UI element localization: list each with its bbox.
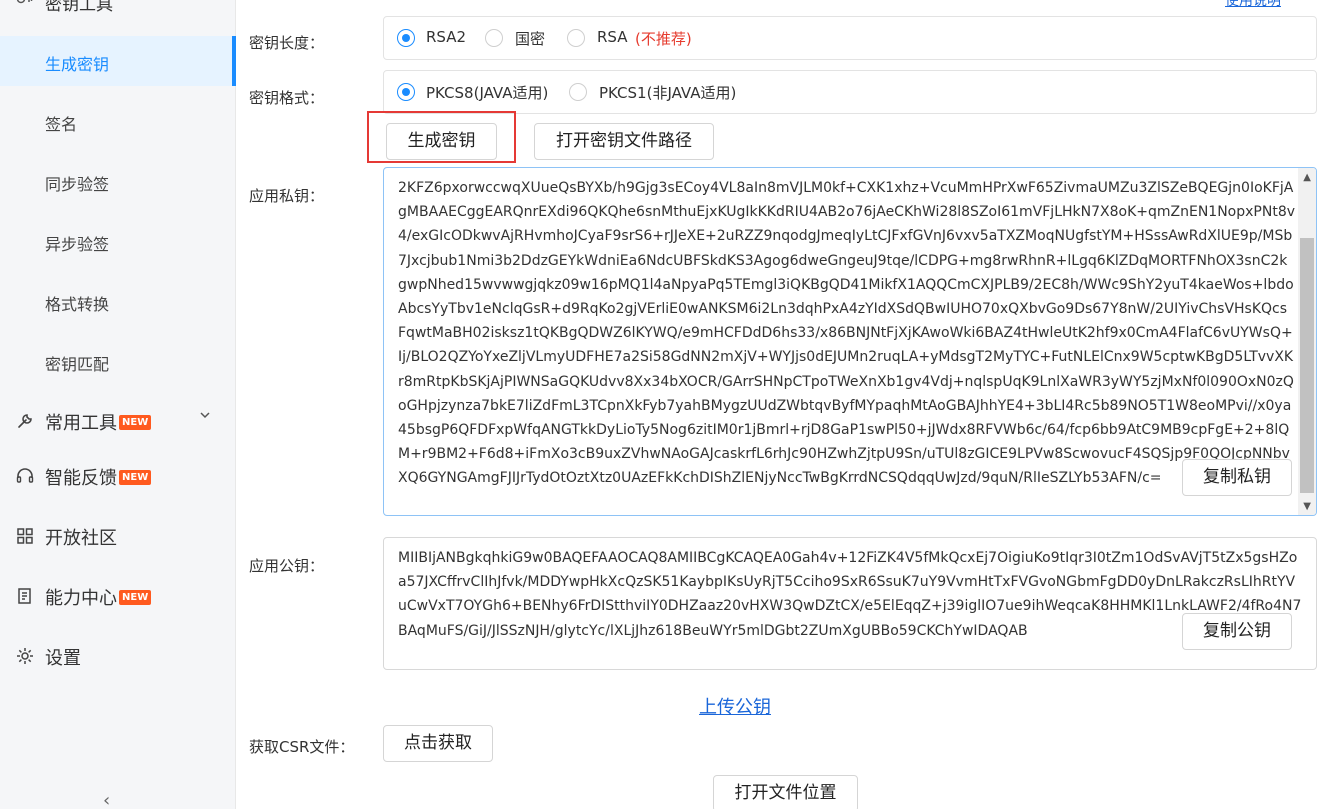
scroll-down-icon[interactable]: ▼ xyxy=(1303,501,1311,512)
collapse-sidebar-icon[interactable]: ‹ xyxy=(103,790,110,809)
new-badge: NEW xyxy=(119,415,152,430)
sidebar-item-settings[interactable]: 设置 xyxy=(0,636,236,676)
public-key-label: 应用公钥： xyxy=(249,557,325,575)
sidebar-item-label: 异步验签 xyxy=(45,235,110,254)
sidebar-item-label: 常用工具 xyxy=(45,413,117,434)
chevron-up-icon xyxy=(199,0,211,4)
key-length-options: RSA2 国密 RSA (不推荐) xyxy=(383,16,1317,60)
sidebar-item-label: 格式转换 xyxy=(45,295,110,314)
public-key-textarea[interactable]: MIIBIjANBgkqhkiG9w0BAQEFAAOCAQ8AMIIBCgKC… xyxy=(383,537,1317,670)
open-key-path-button[interactable]: 打开密钥文件路径 xyxy=(534,123,714,160)
sidebar-item-capability-center[interactable]: 能力中心 NEW xyxy=(0,576,236,616)
chevron-down-icon xyxy=(199,409,211,425)
sidebar-item-async-verify[interactable]: 异步验签 xyxy=(0,216,236,266)
sidebar-group-label: 密钥工具 xyxy=(45,0,113,15)
copy-private-key-button[interactable]: 复制私钥 xyxy=(1182,459,1292,496)
key-length-label: 密钥长度： xyxy=(249,34,325,52)
radio-label: PKCS1(非JAVA适用) xyxy=(599,84,737,102)
sidebar-item-sync-verify[interactable]: 同步验签 xyxy=(0,156,236,206)
highlight-annotation xyxy=(367,111,516,163)
gear-icon xyxy=(15,646,35,666)
private-key-scrollbar[interactable]: ▲ ▼ xyxy=(1298,168,1316,515)
main-panel: 使用说明 密钥长度： RSA2 国密 RSA (不推荐) 密钥格式： PKCS8… xyxy=(237,0,1317,809)
sidebar-item-label: 生成密钥 xyxy=(45,55,110,74)
sidebar-group-key-tools[interactable]: 密钥工具 xyxy=(0,0,236,16)
active-indicator xyxy=(232,36,236,86)
help-link[interactable]: 使用说明 xyxy=(1225,0,1281,10)
upload-public-key-link[interactable]: 上传公钥 xyxy=(699,693,771,719)
sidebar-item-label: 签名 xyxy=(45,115,78,134)
radio-label: PKCS8(JAVA适用) xyxy=(426,84,549,102)
sidebar-item-label: 同步验签 xyxy=(45,175,110,194)
sidebar-item-feedback[interactable]: 智能反馈 NEW xyxy=(0,456,236,496)
radio-rsa2[interactable] xyxy=(397,29,415,47)
sidebar: 密钥工具 生成密钥 签名 同步验签 异步验签 格式转换 密钥匹配 常用工具 NE… xyxy=(0,0,236,809)
not-recommended-note: (不推荐) xyxy=(635,30,692,48)
key-icon xyxy=(16,0,34,8)
new-badge: NEW xyxy=(119,470,152,485)
private-key-text: 2KFZ6pxorwccwqXUueQsBYXb/h9Gjg3sECoy4VL8… xyxy=(398,180,1296,487)
csr-label: 获取CSR文件： xyxy=(249,738,355,756)
key-format-label: 密钥格式： xyxy=(249,89,325,107)
private-key-label: 应用私钥： xyxy=(249,187,325,205)
sidebar-item-generate-key[interactable]: 生成密钥 xyxy=(0,36,236,86)
radio-pkcs1[interactable] xyxy=(569,83,587,101)
radio-label: 国密 xyxy=(515,30,546,48)
sidebar-item-key-match[interactable]: 密钥匹配 xyxy=(0,336,236,386)
scroll-up-icon[interactable]: ▲ xyxy=(1303,172,1311,183)
sidebar-item-community[interactable]: 开放社区 xyxy=(0,516,236,556)
headset-icon xyxy=(15,466,35,486)
public-key-text: MIIBIjANBgkqhkiG9w0BAQEFAAOCAQ8AMIIBCgKC… xyxy=(398,550,1302,639)
sidebar-item-sign[interactable]: 签名 xyxy=(0,96,236,146)
grid-icon xyxy=(15,526,35,546)
radio-label: RSA2 xyxy=(426,28,467,46)
private-key-textarea[interactable]: 2KFZ6pxorwccwqXUueQsBYXb/h9Gjg3sECoy4VL8… xyxy=(383,167,1317,516)
new-badge: NEW xyxy=(119,590,152,605)
open-file-location-button[interactable]: 打开文件位置 xyxy=(713,775,858,809)
radio-sm2[interactable] xyxy=(485,29,503,47)
sidebar-item-format-convert[interactable]: 格式转换 xyxy=(0,276,236,326)
scroll-thumb[interactable] xyxy=(1300,238,1314,493)
radio-pkcs8[interactable] xyxy=(397,83,415,101)
radio-label: RSA xyxy=(597,28,628,46)
radio-rsa[interactable] xyxy=(567,29,585,47)
get-csr-button[interactable]: 点击获取 xyxy=(383,725,493,762)
sidebar-item-common-tools[interactable]: 常用工具 NEW xyxy=(0,401,236,441)
wrench-icon xyxy=(15,411,35,431)
sidebar-item-label: 密钥匹配 xyxy=(45,355,110,374)
copy-public-key-button[interactable]: 复制公钥 xyxy=(1182,613,1292,650)
document-icon xyxy=(15,586,35,606)
key-format-options: PKCS8(JAVA适用) PKCS1(非JAVA适用) xyxy=(383,70,1317,114)
sidebar-item-label: 开放社区 xyxy=(45,528,117,549)
sidebar-item-label: 智能反馈 xyxy=(45,468,117,489)
sidebar-item-label: 能力中心 xyxy=(45,588,117,609)
sidebar-item-label: 设置 xyxy=(45,648,81,669)
